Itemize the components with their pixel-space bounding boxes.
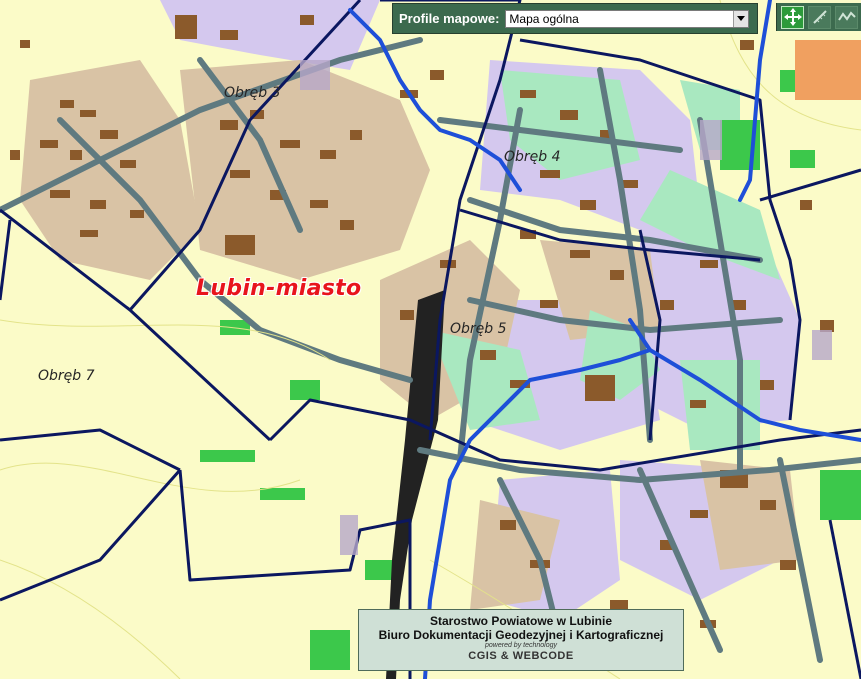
map-toolbar: [776, 3, 861, 31]
profile-label: Profile mapowe:: [399, 11, 500, 26]
district-label-obreb-4: Obręb 4: [504, 149, 561, 165]
district-label-obreb-3: Obręb 3: [224, 85, 281, 101]
measure-path-icon: [837, 11, 856, 21]
chevron-down-icon[interactable]: [733, 10, 749, 27]
map-canvas[interactable]: [0, 0, 861, 679]
ruler-icon: [812, 10, 827, 24]
footer-powered-by: powered by technology: [485, 642, 557, 649]
pan-icon: [783, 8, 802, 26]
pan-tool-button[interactable]: [781, 5, 804, 29]
orange-area: [795, 40, 861, 100]
profile-selected-value: Mapa ogólna: [509, 11, 579, 26]
footer-department: Biuro Dokumentacji Geodezyjnej i Kartogr…: [378, 628, 664, 642]
footer-institution: Starostwo Powiatowe w Lubinie: [429, 614, 612, 628]
ruler-tool-button[interactable]: [808, 5, 831, 29]
measure-path-tool-button[interactable]: [835, 5, 858, 29]
footer-credits: Starostwo Powiatowe w Lubinie Biuro Doku…: [358, 609, 684, 671]
city-label: Lubin-miasto: [196, 276, 362, 301]
map-profile-panel: Profile mapowe: Mapa ogólna: [392, 3, 758, 34]
district-label-obreb-7: Obręb 7: [38, 368, 95, 384]
profile-select[interactable]: Mapa ogólna: [505, 9, 750, 28]
footer-logo: CGIS & WEBCODE: [468, 650, 574, 662]
district-label-obreb-5: Obręb 5: [450, 321, 507, 337]
